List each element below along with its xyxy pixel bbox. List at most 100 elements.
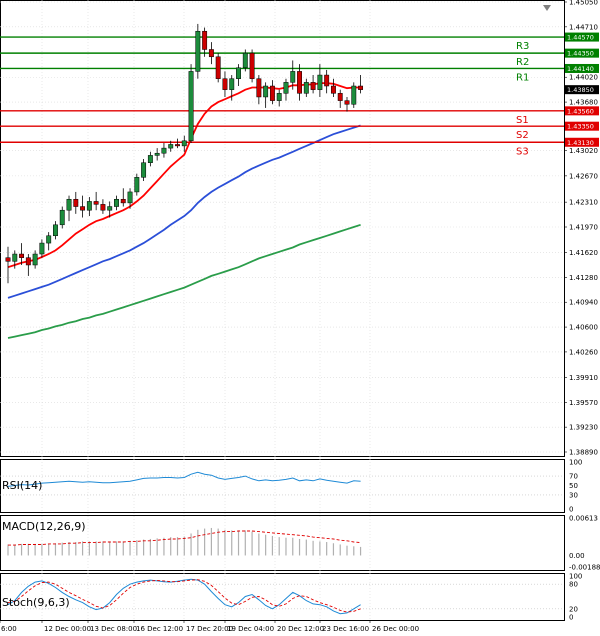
stoch-tick-label: 0	[569, 614, 573, 622]
candle-body	[195, 30, 201, 72]
price-tick-label: 1.42310	[569, 199, 598, 207]
level-price-text: 1.43130	[567, 139, 594, 147]
chart-canvas: R3 1.44570 R2 1.44350 R1 1.44140 S1 1.43560 S2 1.…	[0, 0, 600, 636]
candle-body	[208, 49, 214, 58]
macd-tick-label: 0.00	[569, 552, 585, 560]
candle-body	[147, 155, 153, 163]
stoch-title: Stoch(9,6,3)	[2, 596, 70, 609]
stoch-tick-label: 80	[569, 581, 578, 589]
candle-body	[80, 206, 86, 211]
level-label: R2	[516, 57, 529, 68]
candle-body	[222, 78, 228, 90]
candle-body	[120, 198, 126, 204]
candle-body	[297, 71, 302, 94]
candle-body	[256, 78, 262, 98]
candle-body	[202, 30, 208, 50]
candle-body	[236, 67, 241, 79]
candle-body	[242, 52, 248, 68]
candle-body	[215, 56, 221, 79]
price-tick-label: 1.41280	[569, 274, 598, 282]
candle-body	[12, 253, 18, 262]
candle-body	[141, 162, 147, 178]
rsi-tick-label: 0	[569, 506, 573, 514]
rsi-tick-label: 50	[569, 482, 578, 490]
candle-body	[344, 100, 350, 105]
macd-tick-label: 0.00613	[569, 515, 598, 523]
candle-body	[107, 206, 113, 211]
candle-body	[276, 93, 282, 101]
candle-body	[303, 82, 309, 94]
candle-body	[269, 85, 275, 101]
candle-body	[19, 253, 25, 258]
candle-body	[229, 78, 235, 90]
candle-body	[290, 71, 296, 83]
current-price-text: 1.43850	[567, 86, 594, 94]
price-tick-label: 1.43680	[569, 99, 598, 107]
price-tick-label: 1.43020	[569, 147, 598, 155]
price-tick-label: 1.40260	[569, 348, 598, 356]
macd-title: MACD(12,26,9)	[2, 520, 86, 533]
candle-body	[39, 242, 45, 255]
price-tick-label: 1.41970	[569, 224, 598, 232]
candle-body	[66, 198, 72, 211]
rsi-title: RSI(14)	[2, 479, 42, 492]
candle-body	[114, 198, 119, 207]
candle-body	[100, 204, 106, 211]
candle-body	[127, 191, 133, 204]
price-tick-label: 1.39230	[569, 424, 598, 432]
price-tick-label: 1.41620	[569, 249, 598, 257]
candle-body	[168, 144, 174, 149]
time-tick-label: 16 Dec 12:00	[136, 625, 183, 633]
candle-body	[324, 74, 330, 87]
candle-body	[249, 52, 255, 79]
price-tick-label: 1.38890	[569, 449, 598, 457]
candle-body	[263, 85, 269, 98]
candle-body	[330, 85, 336, 94]
candle-body	[46, 235, 52, 244]
candle-body	[188, 71, 194, 142]
stoch-tick-label: 20	[569, 605, 578, 613]
candle-body	[317, 74, 323, 90]
candle-body	[73, 198, 79, 207]
candle-body	[93, 201, 99, 205]
level-label: R3	[516, 41, 529, 52]
rsi-tick-label: 100	[569, 459, 582, 467]
level-label: R1	[516, 72, 529, 83]
candle-body	[5, 257, 11, 262]
candle-body	[358, 85, 364, 90]
time-tick-label: 26 Dec 00:00	[372, 625, 419, 633]
candle-body	[86, 201, 92, 211]
price-tick-label: 1.40940	[569, 299, 598, 307]
price-tick-label: 1.45050	[569, 0, 598, 7]
time-tick-label: 6:00	[1, 625, 17, 633]
candle-body	[161, 147, 167, 154]
candle-body	[53, 224, 58, 237]
price-tick-label: 1.40600	[569, 324, 598, 332]
macd-tick-label: -0.001887	[569, 564, 600, 572]
candle-body	[32, 253, 38, 266]
rsi-tick-label: 70	[569, 473, 578, 481]
level-label: S2	[516, 130, 529, 141]
level-price-text: 1.44570	[567, 34, 594, 42]
rsi-tick-label: 30	[569, 491, 578, 499]
price-tick-label: 1.39910	[569, 374, 598, 382]
candle-body	[59, 209, 65, 226]
price-tick-label: 1.44020	[569, 74, 598, 82]
candle-body	[25, 257, 31, 266]
candle-body	[175, 144, 180, 147]
level-label: S1	[516, 115, 529, 126]
time-tick-label: 19 Dec 04:00	[227, 625, 274, 633]
candle-body	[181, 140, 187, 147]
time-tick-label: 20 Dec 12:00	[277, 625, 324, 633]
candle-body	[337, 93, 343, 101]
level-price-text: 1.44140	[567, 65, 594, 73]
candle-body	[283, 82, 289, 94]
candle-body	[310, 82, 316, 90]
level-price-text: 1.43560	[567, 107, 594, 115]
level-price-text: 1.43350	[567, 123, 594, 131]
price-tick-label: 1.39570	[569, 399, 598, 407]
stoch-tick-label: 100	[569, 573, 582, 581]
candle-body	[134, 177, 140, 193]
price-tick-label: 1.44710	[569, 23, 598, 31]
candle-body	[154, 152, 160, 156]
